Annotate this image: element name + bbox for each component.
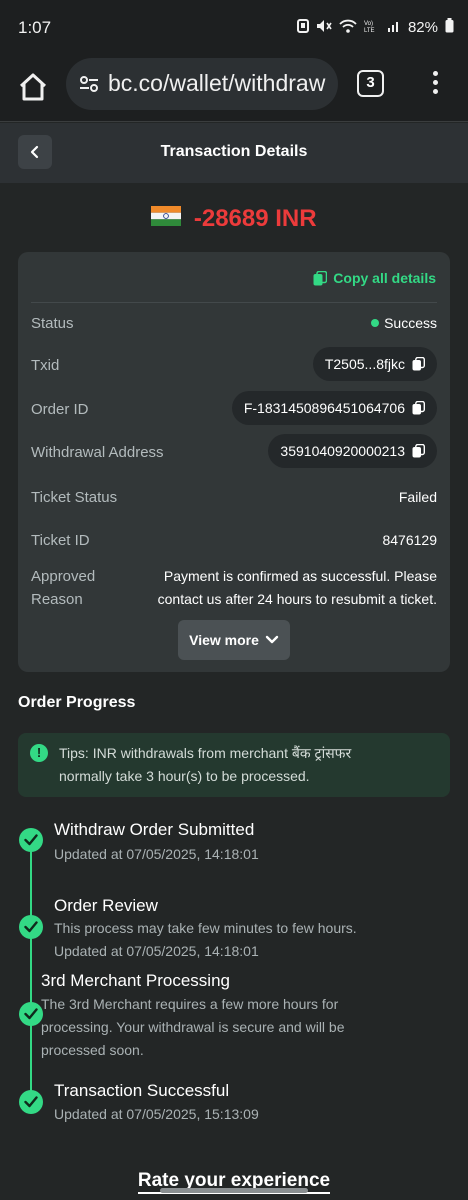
txid-copy-chip[interactable]: T2505...8fjkc <box>312 347 437 381</box>
info-icon: ! <box>30 744 48 762</box>
txid-value: T2505...8fjkc <box>324 356 405 372</box>
battery-percent: 82% <box>407 18 438 36</box>
view-more-label: View more <box>189 632 259 648</box>
status-value: Success <box>371 315 437 331</box>
gesture-bar <box>160 1188 308 1193</box>
copy-icon <box>313 270 328 285</box>
status-time: 1:07 <box>18 18 52 37</box>
step-description: Updated at 07/05/2025, 14:18:01 <box>54 846 259 862</box>
svg-text:LTE: LTE <box>364 28 375 33</box>
order-id-value: F-1831450896451064706 <box>243 400 405 416</box>
browser-toolbar: bc.co/wallet/withdraw 3 <box>0 58 468 122</box>
mute-icon <box>316 19 332 36</box>
check-icon <box>19 828 43 852</box>
page-header: Transaction Details <box>0 123 468 183</box>
order-id-copy-chip[interactable]: F-1831450896451064706 <box>231 391 437 425</box>
view-more-button[interactable]: View more <box>178 620 290 660</box>
txid-label: Txid <box>31 357 60 374</box>
signal-icon <box>387 19 401 36</box>
address-bar[interactable]: bc.co/wallet/withdraw <box>66 58 338 110</box>
step-title: 3rd Merchant Processing <box>41 971 230 990</box>
status-bar: 1:07 Vo) LTE 82% <box>0 0 468 58</box>
browser-menu-button[interactable] <box>424 68 446 98</box>
notification-icon <box>296 18 309 36</box>
amount-row: -28689 INR <box>0 205 468 233</box>
txid-row: Txid T2505...8fjkc <box>31 347 437 383</box>
approved-reason-value: Payment is confirmed as successful. Plea… <box>157 568 437 607</box>
step-title: Order Review <box>54 896 158 915</box>
ticket-status-row: Ticket Status Failed <box>31 479 437 515</box>
home-icon <box>19 73 47 101</box>
order-progress-title: Order Progress <box>18 694 136 711</box>
tip-box: ! Tips: INR withdrawals from merchant बै… <box>18 733 450 797</box>
page-title: Transaction Details <box>160 143 308 160</box>
status-text: Success <box>384 315 437 331</box>
wifi-icon <box>339 19 357 36</box>
timeline-line <box>30 840 32 1102</box>
check-icon <box>19 1002 43 1026</box>
withdrawal-address-copy-chip[interactable]: 3591040920000213 <box>268 434 437 468</box>
order-id-label: Order ID <box>31 401 89 418</box>
check-icon <box>19 915 43 939</box>
amount-value: -28689 INR <box>193 205 317 232</box>
tip-text: Tips: INR withdrawals from merchant बैंक… <box>59 745 352 784</box>
svg-text:Vo): Vo) <box>364 21 373 27</box>
chevron-down-icon <box>265 635 279 644</box>
tab-switcher-button[interactable]: 3 <box>357 70 384 97</box>
copy-all-label: Copy all details <box>333 270 436 286</box>
ticket-status-value: Failed <box>398 489 437 505</box>
india-flag-icon <box>151 206 182 226</box>
divider <box>31 302 437 303</box>
step-description: The 3rd Merchant requires a few more hou… <box>41 996 345 1058</box>
status-dot-icon <box>371 319 380 327</box>
battery-icon <box>445 18 454 36</box>
step-description: This process may take few minutes to few… <box>54 920 357 959</box>
status-label: Status <box>31 315 74 332</box>
status-icons: Vo) LTE 82% <box>296 18 454 36</box>
site-settings-icon <box>80 76 98 92</box>
withdrawal-address-row: Withdrawal Address 3591040920000213 <box>31 434 437 470</box>
copy-icon <box>412 401 425 415</box>
ticket-id-row: Ticket ID 8476129 <box>31 522 437 558</box>
approved-reason-row: Approved Reason Payment is confirmed as … <box>31 565 437 615</box>
check-icon <box>19 1090 43 1114</box>
ticket-id-label: Ticket ID <box>31 532 90 549</box>
order-id-row: Order ID F-1831450896451064706 <box>31 391 437 427</box>
step-title: Transaction Successful <box>54 1081 230 1100</box>
ticket-id-value: 8476129 <box>382 532 437 548</box>
copy-all-details-button[interactable]: Copy all details <box>313 270 436 286</box>
transaction-details-card: Copy all details Status Success Txid T25… <box>18 252 450 672</box>
step-description: Updated at 07/05/2025, 15:13:09 <box>54 1106 259 1122</box>
status-row: Status Success <box>31 305 437 341</box>
copy-icon <box>412 444 425 458</box>
volte-icon: Vo) LTE <box>364 19 380 36</box>
copy-icon <box>412 357 425 371</box>
ticket-status-label: Ticket Status <box>31 489 118 506</box>
url-text: bc.co/wallet/withdraw <box>108 70 326 96</box>
home-button[interactable] <box>16 70 50 104</box>
withdrawal-address-label: Withdrawal Address <box>31 444 164 461</box>
step-title: Withdraw Order Submitted <box>54 820 255 839</box>
withdrawal-address-value: 3591040920000213 <box>280 443 405 459</box>
